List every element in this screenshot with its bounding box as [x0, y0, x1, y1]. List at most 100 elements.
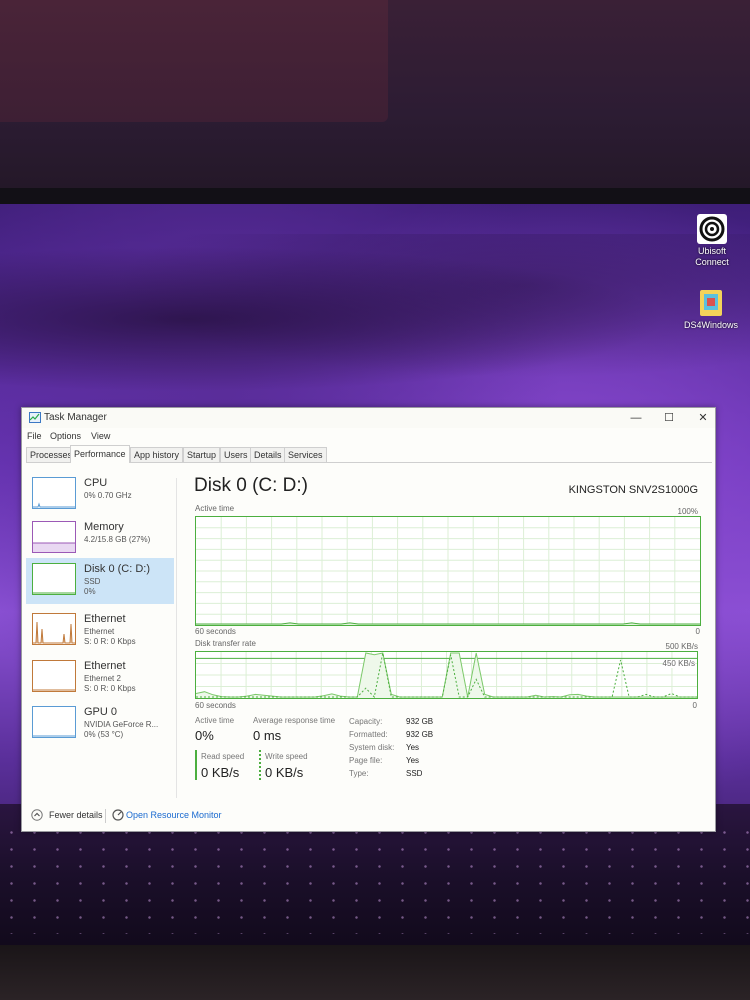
sidebar-item-throughput: S: 0 R: 0 Kbps	[84, 637, 136, 646]
tab-processes[interactable]: Processes	[26, 447, 77, 462]
ds4windows-icon	[700, 290, 722, 316]
system-disk-label: System disk:	[349, 743, 395, 752]
sidebar-item-temperature: 0% (53 °C)	[84, 730, 124, 739]
desktop-icon-ds4windows[interactable]: DS4Windows	[681, 288, 741, 331]
sidebar-item-disk-0[interactable]: Disk 0 (C: D:) SSD 0%	[26, 558, 174, 604]
active-time-stat-value: 0%	[195, 728, 214, 743]
sidebar-item-detail: Ethernet 2	[84, 674, 121, 683]
read-speed-label: Read speed	[201, 752, 245, 761]
disk-thumbnail-graph	[32, 563, 76, 595]
footer-divider	[105, 809, 106, 823]
read-speed-marker	[195, 750, 197, 780]
sidebar-item-cpu[interactable]: CPU 0% 0.70 GHz	[26, 472, 174, 518]
page-file-label: Page file:	[349, 756, 383, 765]
transfer-graph-duration: 60 seconds	[195, 701, 236, 710]
transfer-graph-max: 500 KB/s	[665, 642, 698, 651]
capacity-value: 932 GB	[406, 717, 434, 726]
sidebar-item-name: Ethernet	[84, 660, 126, 672]
tab-details[interactable]: Details	[250, 447, 286, 462]
ethernet-2-thumbnail-graph	[32, 660, 76, 692]
page-file-value: Yes	[406, 756, 420, 765]
task-manager-window: Task Manager — ☐ ✕ File Options View Pro…	[21, 407, 716, 832]
fewer-details-link[interactable]: Fewer details	[49, 810, 103, 820]
menu-view[interactable]: View	[91, 431, 110, 441]
write-speed-value: 0 KB/s	[265, 765, 304, 780]
wallpaper-city-lights	[0, 824, 750, 934]
response-time-stat-value: 0 ms	[253, 728, 282, 743]
ubisoft-connect-icon	[697, 214, 727, 244]
active-time-graph-label: Active time	[195, 504, 235, 513]
system-disk-value: Yes	[406, 743, 420, 752]
transfer-graph-min: 0	[692, 701, 697, 710]
sidebar-item-detail: SSD	[84, 577, 101, 586]
active-time-graph-duration: 60 seconds	[195, 627, 236, 636]
sidebar-item-name: Disk 0 (C: D:)	[84, 563, 150, 575]
menu-options[interactable]: Options	[50, 431, 81, 441]
minimize-button[interactable]: —	[621, 410, 651, 426]
transfer-rate-graph	[195, 651, 698, 699]
sidebar-item-ethernet[interactable]: Ethernet Ethernet S: 0 R: 0 Kbps	[26, 608, 174, 654]
menu-file[interactable]: File	[27, 431, 42, 441]
footer: Fewer details Open Resource Monitor	[22, 801, 715, 831]
transfer-graph-reference: 450 KB/s	[662, 659, 695, 668]
tab-strip: Processes Performance App history Startu…	[26, 445, 712, 463]
formatted-label: Formatted:	[349, 730, 388, 739]
response-time-stat-label: Average response time	[253, 716, 336, 725]
sidebar-item-throughput: S: 0 R: 0 Kbps	[84, 684, 136, 693]
disk-detail-panel: Disk 0 (C: D:) KINGSTON SNV2S1000G Activ…	[192, 470, 704, 800]
desktop-icon-ubisoft-connect[interactable]: Ubisoft Connect	[682, 214, 742, 268]
sidebar-item-ethernet-2[interactable]: Ethernet Ethernet 2 S: 0 R: 0 Kbps	[26, 655, 174, 701]
sidebar-item-detail: 4.2/15.8 GB (27%)	[84, 535, 151, 544]
resource-list: CPU 0% 0.70 GHz Memory 4.2/15.8 GB (27%)…	[26, 466, 176, 786]
gpu-thumbnail-graph	[32, 706, 76, 738]
window-title: Task Manager	[44, 412, 107, 423]
title-bar[interactable]: Task Manager — ☐ ✕	[22, 408, 715, 428]
sidebar-item-gpu-0[interactable]: GPU 0 NVIDIA GeForce R... 0% (53 °C)	[26, 701, 174, 747]
type-label: Type:	[349, 769, 369, 778]
active-time-graph-min: 0	[695, 627, 700, 636]
task-manager-icon	[29, 412, 41, 423]
desktop-icon-label: DS4Windows	[683, 320, 739, 330]
transfer-graph-label: Disk transfer rate	[195, 639, 256, 648]
close-button[interactable]: ✕	[688, 410, 718, 426]
active-time-graph	[195, 516, 701, 626]
sidebar-item-detail: NVIDIA GeForce R...	[84, 720, 159, 729]
tab-performance[interactable]: Performance	[70, 445, 130, 463]
sidebar-item-name: Ethernet	[84, 613, 126, 625]
maximize-button[interactable]: ☐	[654, 410, 684, 426]
page-title: Disk 0 (C: D:)	[194, 475, 308, 496]
active-time-graph-max: 100%	[677, 507, 698, 516]
sidebar-item-detail: Ethernet	[84, 627, 115, 636]
wallpaper-clouds	[0, 234, 750, 404]
cpu-thumbnail-graph	[32, 477, 76, 509]
chevron-up-circle-icon[interactable]	[31, 809, 43, 821]
tab-app-history[interactable]: App history	[130, 447, 184, 462]
tab-startup[interactable]: Startup	[183, 447, 221, 462]
desktop-icon-label-line2: Connect	[695, 257, 729, 267]
menu-bar: File Options View	[22, 428, 715, 444]
sidebar-item-memory[interactable]: Memory 4.2/15.8 GB (27%)	[26, 516, 174, 562]
ethernet-thumbnail-graph	[32, 613, 76, 645]
monitor-bezel-top	[0, 188, 750, 204]
formatted-value: 932 GB	[406, 730, 434, 739]
write-speed-marker	[259, 750, 261, 780]
active-time-stat-label: Active time	[195, 716, 235, 725]
sidebar-item-name: CPU	[84, 477, 108, 489]
sidebar-item-detail: 0% 0.70 GHz	[84, 491, 132, 500]
disk-model: KINGSTON SNV2S1000G	[568, 484, 698, 496]
sidebar-item-name: GPU 0	[84, 706, 118, 718]
tab-services[interactable]: Services	[284, 447, 327, 462]
sidebar-item-usage: 0%	[84, 587, 96, 596]
read-speed-value: 0 KB/s	[201, 765, 240, 780]
write-speed-label: Write speed	[265, 752, 308, 761]
tab-users[interactable]: Users	[220, 447, 252, 462]
memory-thumbnail-graph	[32, 521, 76, 553]
desktop-icon-label-line1: Ubisoft	[697, 246, 726, 256]
monitor-bezel-bottom	[0, 945, 750, 1000]
open-resource-monitor-link[interactable]: Open Resource Monitor	[126, 810, 222, 820]
resource-monitor-icon	[112, 809, 124, 821]
capacity-label: Capacity:	[349, 717, 383, 726]
sidebar-divider	[176, 478, 177, 798]
sidebar-item-name: Memory	[84, 521, 124, 533]
background-object	[0, 0, 388, 122]
